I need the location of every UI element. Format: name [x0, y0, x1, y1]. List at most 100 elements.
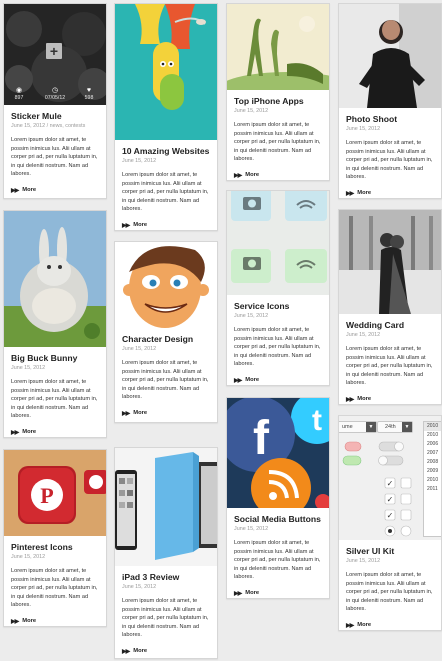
- thumbnail-image: t f: [227, 398, 329, 508]
- post-excerpt: Lorem ipsum dolor sit amet, te possim in…: [122, 172, 209, 213]
- post-card-service-icons[interactable]: Service Icons June 15, 2012 Lorem ipsum …: [226, 190, 330, 386]
- post-excerpt: Lorem ipsum dolor sit amet, te possim in…: [11, 137, 98, 178]
- post-card-big-buck-bunny[interactable]: Big Buck Bunny June 15, 2012 Lorem ipsum…: [3, 210, 107, 438]
- post-thumbnail[interactable]: [227, 4, 329, 90]
- post-thumbnail[interactable]: ume ▼ 24th ▼ 2010 2010 2006 2007 2008 2009…: [339, 416, 441, 540]
- more-link[interactable]: ▶▶ More: [122, 222, 210, 229]
- thumbnail-image: [227, 191, 329, 295]
- more-link[interactable]: ▶▶ More: [234, 377, 322, 384]
- post-card-pinterest-icons[interactable]: P Pinterest Icons June 15, 2012 Lorem ip…: [3, 449, 107, 627]
- more-link[interactable]: ▶▶ More: [234, 590, 322, 597]
- more-label: More: [357, 622, 372, 629]
- double-chevron-right-icon: ▶▶: [122, 648, 130, 655]
- post-thumbnail[interactable]: [4, 211, 106, 347]
- double-chevron-right-icon: ▶▶: [11, 187, 19, 194]
- more-link[interactable]: ▶▶ More: [234, 172, 322, 179]
- more-label: More: [245, 377, 260, 384]
- post-date: June 15, 2012: [122, 584, 157, 590]
- post-card-ipad3-review[interactable]: iPad 3 Review June 15, 2012 Lorem ipsum …: [114, 447, 218, 659]
- svg-text:✓: ✓: [387, 495, 394, 504]
- more-label: More: [357, 396, 372, 403]
- heart-icon: ♥: [86, 87, 92, 94]
- post-thumbnail[interactable]: t f: [227, 398, 329, 508]
- likes-count: 598: [84, 95, 94, 101]
- post-card-amazing-websites[interactable]: 10 Amazing Websites June 15, 2012 Lorem …: [114, 3, 218, 231]
- double-chevron-right-icon: ▶▶: [346, 190, 354, 197]
- post-date: June 15, 2012: [346, 126, 381, 132]
- post-title[interactable]: iPad 3 Review: [122, 572, 210, 583]
- more-label: More: [22, 187, 37, 194]
- svg-text:P: P: [40, 483, 53, 508]
- post-excerpt: Lorem ipsum dolor sit amet, te possim in…: [122, 360, 209, 401]
- post-title[interactable]: Pinterest Icons: [11, 542, 99, 553]
- post-title[interactable]: Wedding Card: [346, 320, 434, 331]
- more-link[interactable]: ▶▶ More: [346, 190, 434, 197]
- post-title[interactable]: Sticker Mule: [11, 111, 99, 122]
- post-thumbnail[interactable]: [339, 210, 441, 314]
- post-thumbnail[interactable]: [115, 242, 217, 328]
- double-chevron-right-icon: ▶▶: [234, 172, 242, 179]
- more-link[interactable]: ▶▶ More: [346, 622, 434, 629]
- post-date: June 15, 2012: [234, 108, 269, 114]
- double-chevron-right-icon: ▶▶: [346, 622, 354, 629]
- more-link[interactable]: ▶▶ More: [122, 648, 210, 655]
- post-card-sticker-mule[interactable]: + ◉ 897 ◷ 07/05/12 ♥ 598 Sticker Mule June …: [3, 3, 107, 199]
- post-excerpt: Lorem ipsum dolor sit amet, te possim in…: [234, 122, 321, 163]
- more-label: More: [133, 410, 148, 417]
- more-link[interactable]: ▶▶ More: [11, 618, 99, 625]
- more-link[interactable]: ▶▶ More: [122, 410, 210, 417]
- post-title[interactable]: Silver UI Kit: [346, 546, 434, 557]
- post-card-social-media-buttons[interactable]: t f Social Media Buttons June 15, 2012 L…: [226, 397, 330, 599]
- post-date: June 15, 2012: [122, 158, 157, 164]
- post-excerpt: Lorem ipsum dolor sit amet, te possim in…: [346, 346, 433, 387]
- double-chevron-right-icon: ▶▶: [346, 396, 354, 403]
- post-title[interactable]: Social Media Buttons: [234, 514, 322, 525]
- post-card-silver-ui-kit[interactable]: ume ▼ 24th ▼ 2010 2010 2006 2007 2008 2009…: [338, 415, 442, 631]
- post-tags[interactable]: / news, contests: [47, 123, 86, 129]
- thumbnail-image: [115, 448, 217, 566]
- more-link[interactable]: ▶▶ More: [11, 429, 99, 436]
- zoom-plus-icon[interactable]: +: [46, 43, 62, 59]
- post-date-short: 07/05/12: [44, 95, 66, 101]
- more-link[interactable]: ▶▶ More: [346, 396, 434, 403]
- post-excerpt: Lorem ipsum dolor sit amet, te possim in…: [122, 598, 209, 639]
- post-thumbnail[interactable]: + ◉ 897 ◷ 07/05/12 ♥ 598: [4, 4, 106, 105]
- thumbnail-image: [4, 211, 106, 347]
- post-thumbnail[interactable]: [115, 448, 217, 566]
- post-card-wedding-card[interactable]: Wedding Card June 15, 2012 Lorem ipsum d…: [338, 209, 442, 405]
- post-title[interactable]: Big Buck Bunny: [11, 353, 99, 364]
- post-date: June 15, 2012: [11, 365, 46, 371]
- views-count: 897: [14, 95, 24, 101]
- post-title[interactable]: Service Icons: [234, 301, 322, 312]
- post-thumbnail[interactable]: [115, 4, 217, 140]
- more-label: More: [22, 618, 37, 625]
- more-link[interactable]: ▶▶ More: [11, 187, 99, 194]
- post-card-character-design[interactable]: Character Design June 15, 2012 Lorem ips…: [114, 241, 218, 423]
- post-date: June 15, 2012: [11, 554, 46, 560]
- double-chevron-right-icon: ▶▶: [11, 618, 19, 625]
- thumbnail-image: [339, 4, 441, 108]
- clock-icon: ◷: [51, 87, 59, 94]
- post-thumbnail[interactable]: P: [4, 450, 106, 536]
- post-excerpt: Lorem ipsum dolor sit amet, te possim in…: [234, 540, 321, 581]
- svg-text:t: t: [312, 404, 322, 437]
- post-excerpt: Lorem ipsum dolor sit amet, te possim in…: [346, 572, 433, 613]
- double-chevron-right-icon: ▶▶: [11, 429, 19, 436]
- post-date: June 15, 2012: [11, 123, 46, 129]
- thumbnail-image: [115, 242, 217, 328]
- svg-text:f: f: [253, 412, 270, 465]
- post-card-photo-shoot[interactable]: Photo Shoot June 15, 2012 Lorem ipsum do…: [338, 3, 442, 199]
- more-label: More: [133, 222, 148, 229]
- thumbnail-image: [339, 210, 441, 314]
- post-title[interactable]: 10 Amazing Websites: [122, 146, 210, 157]
- post-date: June 15, 2012: [234, 526, 269, 532]
- post-title[interactable]: Top iPhone Apps: [234, 96, 322, 107]
- double-chevron-right-icon: ▶▶: [234, 377, 242, 384]
- post-title[interactable]: Photo Shoot: [346, 114, 434, 125]
- more-label: More: [133, 648, 148, 655]
- post-title[interactable]: Character Design: [122, 334, 210, 345]
- post-thumbnail[interactable]: [339, 4, 441, 108]
- post-card-top-iphone-apps[interactable]: Top iPhone Apps June 15, 2012 Lorem ipsu…: [226, 3, 330, 181]
- post-excerpt: Lorem ipsum dolor sit amet, te possim in…: [11, 379, 98, 420]
- post-thumbnail[interactable]: [227, 191, 329, 295]
